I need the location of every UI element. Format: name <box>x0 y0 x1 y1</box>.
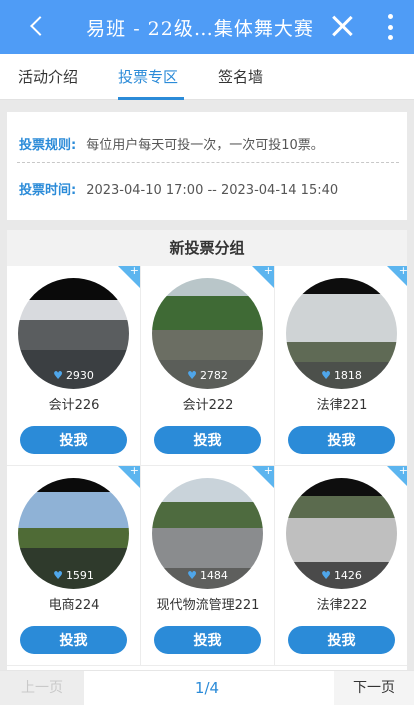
heart-icon: ♥ <box>321 569 331 582</box>
vote-count: ♥ 1484 <box>187 569 228 582</box>
candidate-name: 法律221 <box>316 398 368 413</box>
time-text: 2023-04-10 17:00 -- 2023-04-14 15:40 <box>86 183 339 198</box>
active-tab-indicator <box>118 97 184 100</box>
candidate-card: + ♥ 1484 现代物流管理221 投我 <box>141 464 275 666</box>
plus-icon: + <box>129 464 139 477</box>
candidate-card: + ♥ 1818 法律221 投我 <box>275 264 407 466</box>
vote-button[interactable]: 投我 <box>154 626 261 654</box>
candidate-photo[interactable]: ♥ 2782 <box>152 278 263 389</box>
candidate-card: + ♥ 2930 会计226 投我 <box>7 264 141 466</box>
heart-icon: ♥ <box>53 369 63 382</box>
tab-voting-zone[interactable]: 投票专区 <box>118 66 178 87</box>
more-vertical-icon[interactable] <box>384 14 396 40</box>
candidate-photo[interactable]: ♥ 1426 <box>286 478 397 589</box>
candidate-card: + ♥ 2782 会计222 投我 <box>141 264 275 466</box>
plus-icon: + <box>398 464 407 477</box>
vote-count: ♥ 2782 <box>187 369 228 382</box>
rule-text: 每位用户每天可投一次，一次可投10票。 <box>86 138 324 153</box>
vote-count: ♥ 1591 <box>53 569 94 582</box>
heart-icon: ♥ <box>187 369 197 382</box>
vote-button[interactable]: 投我 <box>154 426 261 454</box>
time-row: 投票时间: 2023-04-10 17:00 -- 2023-04-14 15:4… <box>19 179 338 198</box>
plus-icon: + <box>398 264 407 277</box>
vote-count: ♥ 1818 <box>321 369 362 382</box>
plus-icon: + <box>263 464 273 477</box>
candidate-photo[interactable]: ♥ 1591 <box>18 478 129 589</box>
candidate-photo[interactable]: ♥ 2930 <box>18 278 129 389</box>
candidate-name: 法律222 <box>316 598 368 613</box>
vote-group: 新投票分组 + ♥ 2930 会计226 投我 + ♥ 2782 会计222 投我 … <box>7 230 407 705</box>
heart-icon: ♥ <box>187 569 197 582</box>
close-icon[interactable] <box>328 12 356 40</box>
prev-page-button[interactable]: 上一页 <box>0 671 84 705</box>
voting-rules-panel: 投票规则: 每位用户每天可投一次，一次可投10票。 投票时间: 2023-04-10… <box>7 112 407 220</box>
next-page-button[interactable]: 下一页 <box>334 671 414 705</box>
back-arrow-icon[interactable] <box>22 11 52 41</box>
pagination: 上一页 1/4 下一页 <box>0 670 414 705</box>
plus-icon: + <box>129 264 139 277</box>
time-label: 投票时间: <box>19 183 77 198</box>
rule-label: 投票规则: <box>19 138 77 153</box>
candidate-name: 会计222 <box>182 398 234 413</box>
heart-icon: ♥ <box>321 369 331 382</box>
candidate-name: 会计226 <box>48 398 100 413</box>
candidate-card: + ♥ 1426 法律222 投我 <box>275 464 407 666</box>
group-title: 新投票分组 <box>7 230 407 266</box>
candidate-photo[interactable]: ♥ 1484 <box>152 478 263 589</box>
vote-button[interactable]: 投我 <box>288 626 395 654</box>
vote-button[interactable]: 投我 <box>20 426 127 454</box>
tab-bar: 活动介绍 投票专区 签名墙 <box>0 54 414 100</box>
vote-count: ♥ 2930 <box>53 369 94 382</box>
page-indicator: 1/4 <box>194 679 220 697</box>
tab-activity-intro[interactable]: 活动介绍 <box>18 66 78 87</box>
candidate-photo[interactable]: ♥ 1818 <box>286 278 397 389</box>
page-title: 易班 - 22级…集体舞大赛 <box>86 18 314 40</box>
title-bar: 易班 - 22级…集体舞大赛 <box>0 0 414 54</box>
candidate-name: 现代物流管理221 <box>156 598 260 613</box>
heart-icon: ♥ <box>53 569 63 582</box>
vote-count: ♥ 1426 <box>321 569 362 582</box>
plus-icon: + <box>263 264 273 277</box>
tab-signature-wall[interactable]: 签名墙 <box>218 66 263 87</box>
vote-button[interactable]: 投我 <box>288 426 395 454</box>
candidate-card: + ♥ 1591 电商224 投我 <box>7 464 141 666</box>
candidate-name: 电商224 <box>48 598 100 613</box>
rule-row: 投票规则: 每位用户每天可投一次，一次可投10票。 <box>19 134 324 153</box>
vote-button[interactable]: 投我 <box>20 626 127 654</box>
divider <box>17 162 399 163</box>
